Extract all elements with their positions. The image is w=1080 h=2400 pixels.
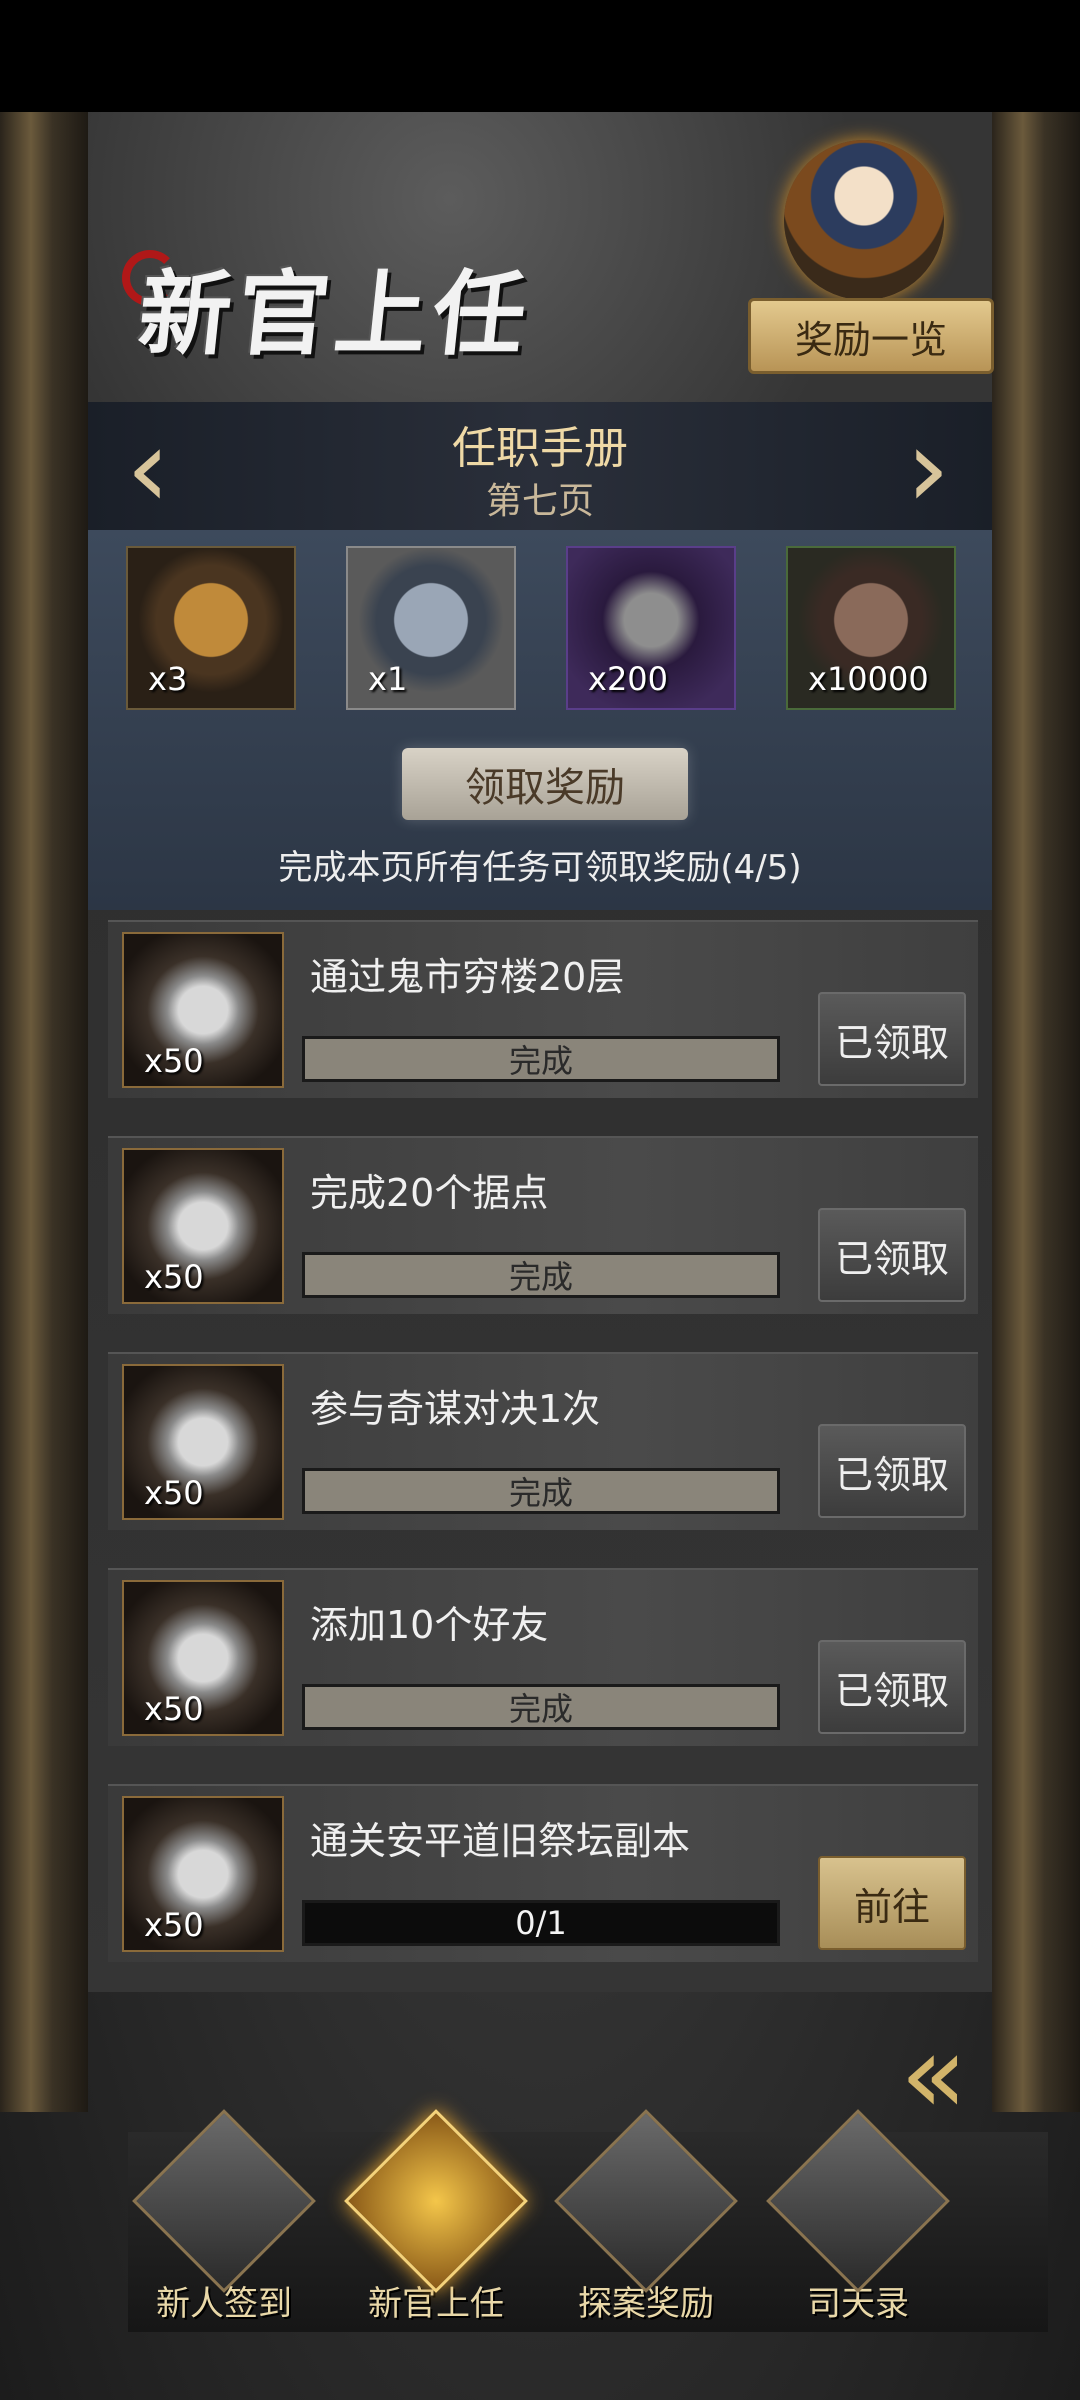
reward-count: x50 <box>144 1042 204 1080</box>
nav-item-case-rewards[interactable]: 探案奖励 <box>554 2109 738 2325</box>
task-progress-bar: 完成 <box>302 1036 780 1082</box>
copper-coin-icon[interactable]: x10000 <box>786 546 956 710</box>
claim-rewards-button[interactable]: 领取奖励 <box>402 748 688 820</box>
task-name: 参与奇谋对决1次 <box>310 1387 601 1431</box>
reward-count: x1 <box>368 660 408 698</box>
task-name: 通关安平道旧祭坛副本 <box>310 1819 691 1863</box>
task-row: x50 通关安平道旧祭坛副本 0/1 前往 <box>108 1784 978 1962</box>
claimed-button[interactable]: 已领取 <box>818 992 966 1086</box>
nav-item-sign-in[interactable]: 新人签到 <box>132 2109 316 2325</box>
task-row: x50 添加10个好友 完成 已领取 <box>108 1568 978 1746</box>
task-progress-bar: 完成 <box>302 1252 780 1298</box>
task-name: 完成20个据点 <box>310 1171 549 1215</box>
task-row: x50 参与奇谋对决1次 完成 已领取 <box>108 1352 978 1530</box>
reward-count: x50 <box>144 1690 204 1728</box>
reward-count: x50 <box>144 1474 204 1512</box>
silver-ingot-icon[interactable]: x50 <box>122 1580 284 1736</box>
claimed-button[interactable]: 已领取 <box>818 1424 966 1518</box>
golden-beast-icon <box>344 2109 528 2293</box>
handbook-page-number: 第七页 <box>485 481 594 522</box>
task-progress-bar: 0/1 <box>302 1900 780 1946</box>
task-name: 通过鬼市穷楼20层 <box>310 955 625 999</box>
ore-stone-icon[interactable]: x200 <box>566 546 736 710</box>
reward-count: x50 <box>144 1906 204 1944</box>
treasure-box-icon <box>554 2109 738 2293</box>
reward-count: x200 <box>588 660 669 698</box>
completion-note: 完成本页所有任务可领取奖励(4/5) <box>278 848 802 888</box>
task-progress-bar: 完成 <box>302 1468 780 1514</box>
sign-in-book-icon <box>132 2109 316 2293</box>
task-row: x50 完成20个据点 完成 已领取 <box>108 1136 978 1314</box>
bronze-censer-icon <box>766 2109 950 2293</box>
reward-list-button[interactable]: 奖励一览 <box>748 298 994 374</box>
nav-item-new-official[interactable]: 新官上任 <box>344 2109 528 2325</box>
silver-ingot-icon[interactable]: x50 <box>122 1148 284 1304</box>
silver-ingot-icon[interactable]: x50 <box>122 932 284 1088</box>
character-avatar <box>784 140 944 300</box>
collapse-double-arrow-icon[interactable]: « <box>900 2010 968 2138</box>
go-button[interactable]: 前往 <box>818 1856 966 1950</box>
reward-count: x50 <box>144 1258 204 1296</box>
silver-ingot-icon[interactable]: x50 <box>122 1364 284 1520</box>
claimed-button[interactable]: 已领取 <box>818 1208 966 1302</box>
reward-count: x3 <box>148 660 188 698</box>
task-progress-bar: 完成 <box>302 1684 780 1730</box>
task-name: 添加10个好友 <box>310 1603 549 1647</box>
jade-disc-icon[interactable]: x1 <box>346 546 516 710</box>
banner-title: 新官上任 <box>133 260 537 368</box>
task-row: x50 通过鬼市穷楼20层 完成 已领取 <box>108 920 978 1098</box>
handbook-title: 任职手册 <box>452 423 628 474</box>
money-pouch-icon[interactable]: x3 <box>126 546 296 710</box>
reward-count: x10000 <box>808 660 929 698</box>
nav-item-sitian-record[interactable]: 司天录 <box>766 2109 950 2325</box>
silver-ingot-icon[interactable]: x50 <box>122 1796 284 1952</box>
claimed-button[interactable]: 已领取 <box>818 1640 966 1734</box>
